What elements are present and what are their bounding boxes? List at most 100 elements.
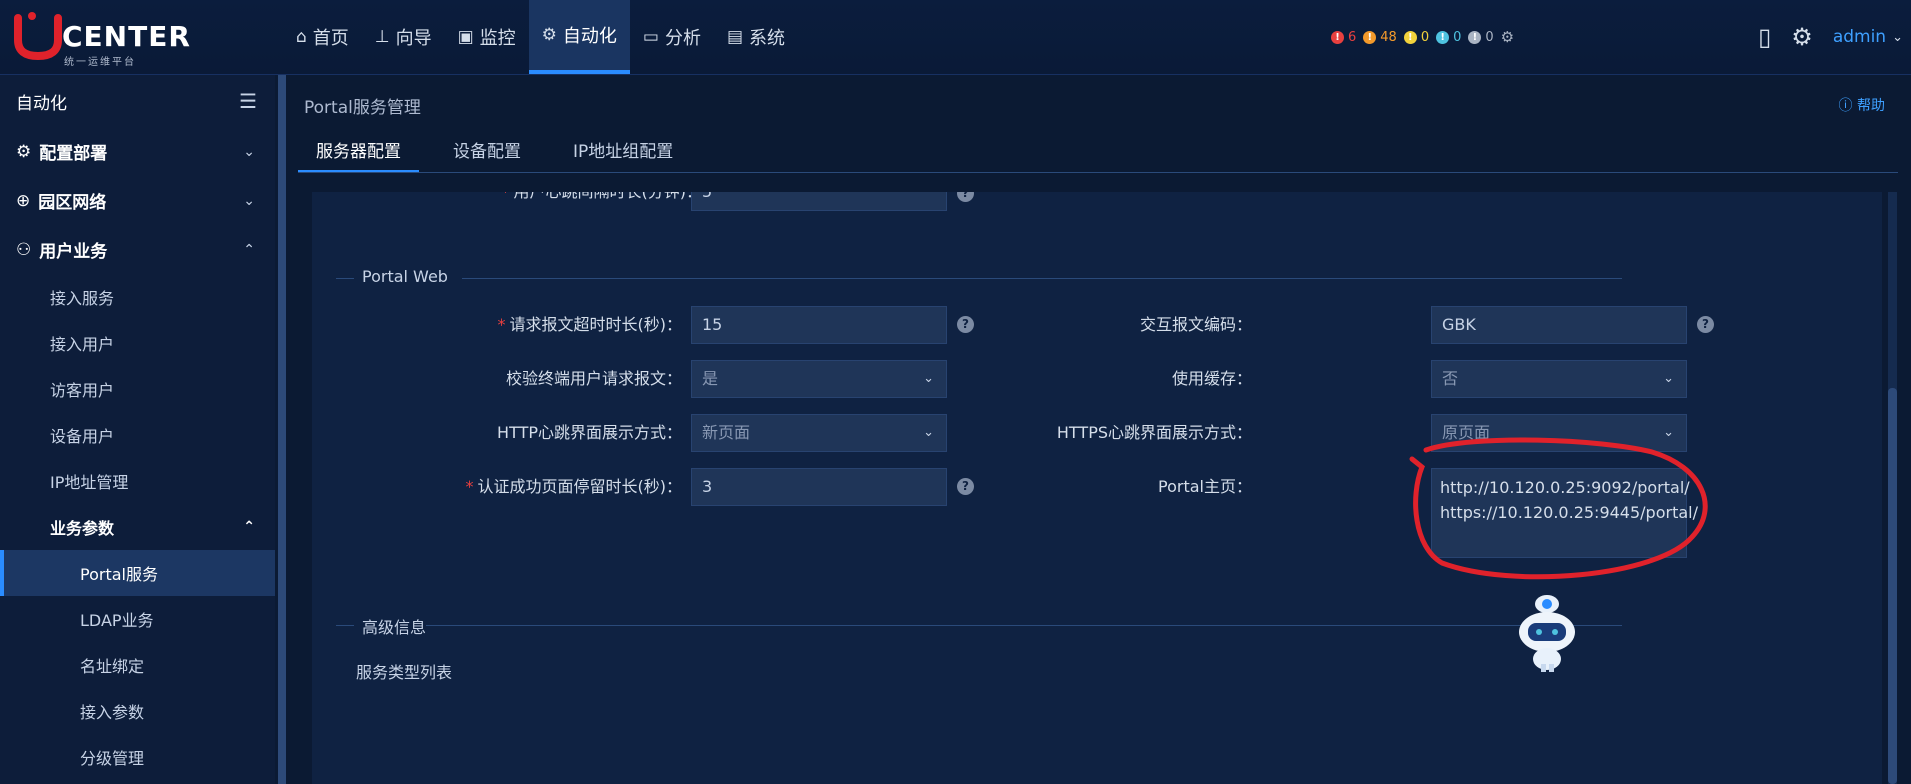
required-mark: * (502, 192, 510, 201)
chevron-down-icon[interactable]: ⌄ (1892, 30, 1903, 45)
stay-value: 3 (702, 477, 713, 496)
cache-label: 使用缓存： (1171, 369, 1252, 388)
sidebar-item-address-binding[interactable]: 名址绑定 (0, 642, 275, 688)
top-bar: CENTER 统一运维平台 ⌂ 首页 ⊥ 向导 ▣ 监控 ⚙ 自动化 ▭ 分析 ▤ 系统 !… (0, 0, 1911, 75)
sidebar-item-portal-service[interactable]: Portal服务 (0, 550, 275, 596)
alarm-info[interactable]: ! 0 (1468, 29, 1494, 45)
sidebar-group-config-deploy[interactable]: ⚙ 配置部署 ⌄ (0, 127, 275, 176)
u-logo-icon (14, 12, 62, 61)
main-scrollbar[interactable] (1888, 192, 1897, 784)
verify-select[interactable]: 是 ⌄ (691, 360, 947, 398)
tab-device-config[interactable]: 设备配置 (435, 130, 539, 172)
chevron-down-icon: ⌄ (243, 143, 255, 160)
sidebar-item-ip-management[interactable]: IP地址管理 (0, 458, 275, 504)
sidebar-item-access-user[interactable]: 接入用户 (0, 320, 275, 366)
user-menu[interactable]: admin (1833, 27, 1886, 47)
nav-system[interactable]: ▤ 系统 (714, 0, 798, 74)
alert-info-icon: ! (1468, 30, 1482, 44)
sidebar-group-user-service[interactable]: ⚇ 用户业务 ⌃ (0, 225, 275, 274)
collapse-menu-icon[interactable]: ☰ (239, 89, 257, 113)
nav-monitor[interactable]: ▣ 监控 (445, 0, 529, 74)
tab-bar: 服务器配置 设备配置 IP地址组配置 (298, 130, 1898, 173)
page-title: Portal服务管理 (304, 98, 421, 118)
sidebar-scrollbar-thumb[interactable] (278, 75, 286, 784)
nav-guide[interactable]: ⊥ 向导 (362, 0, 445, 74)
stay-label-text: 认证成功页面停留时长(秒)： (477, 477, 683, 496)
alarm-settings-icon[interactable]: ⚙ (1501, 28, 1514, 46)
sidebar-item-guest-user[interactable]: 访客用户 (0, 366, 275, 412)
chevron-down-icon: ⌄ (243, 192, 255, 209)
alarm-warning[interactable]: ! 0 (1436, 30, 1461, 45)
nav-analysis[interactable]: ▭ 分析 (630, 0, 714, 74)
help-question-icon[interactable]: ? (957, 316, 974, 333)
main-scrollbar-thumb[interactable] (1888, 388, 1897, 784)
gear-icon[interactable]: ⚙ (1791, 23, 1813, 51)
robot-assistant-icon[interactable] (1512, 592, 1582, 672)
nav-monitor-label: 监控 (479, 28, 516, 49)
sidebar-item-device-user[interactable]: 设备用户 (0, 412, 275, 458)
nav-analysis-label: 分析 (664, 28, 701, 49)
sidebar-title: 自动化 ☰ (0, 75, 275, 127)
service-type-list-label: 服务类型列表 (356, 663, 453, 682)
heartbeat-label-text: 用户心跳间隔时长(分钟)： (514, 192, 703, 201)
sidebar-item-access-service[interactable]: 接入服务 (0, 274, 275, 320)
http-heartbeat-value: 新页面 (702, 423, 751, 442)
brand-name: CENTER (62, 20, 191, 53)
verify-value: 是 (702, 369, 719, 388)
alarm-info-count: 0 (1485, 29, 1494, 45)
chevron-down-icon: ⌄ (923, 371, 934, 386)
timeout-label-text: 请求报文超时时长(秒)： (509, 315, 683, 334)
required-mark: * (497, 315, 506, 334)
sidebar-item-ldap-service[interactable]: LDAP业务 (0, 596, 275, 642)
help-question-icon[interactable]: ? (1697, 316, 1714, 333)
monitor-icon: ▣ (457, 27, 474, 47)
alarm-critical[interactable]: ! 6 (1331, 30, 1356, 45)
sidebar-item-access-params[interactable]: 接入参数 (0, 688, 275, 734)
encoding-input[interactable]: GBK (1431, 306, 1687, 344)
red-annotation-circle (1409, 437, 1708, 580)
sidebar-group-label: 用户业务 (39, 242, 108, 262)
sidebar-scrollbar[interactable] (278, 75, 286, 784)
brand-subtitle: 统一运维平台 (64, 57, 136, 68)
guide-icon: ⊥ (374, 27, 390, 47)
chevron-up-icon: ⌃ (243, 519, 255, 535)
sidebar-group-campus-network[interactable]: ⊕ 园区网络 ⌄ (0, 176, 275, 225)
help-question-icon[interactable]: ? (957, 478, 974, 495)
section-divider (336, 625, 354, 626)
help-label: 帮助 (1857, 98, 1885, 114)
tab-ip-group-config[interactable]: IP地址组配置 (555, 130, 691, 172)
heartbeat-label: * 用户心跳间隔时长(分钟)： (312, 192, 703, 211)
sidebar-item-label: LDAP业务 (80, 611, 154, 630)
nav-guide-label: 向导 (395, 28, 432, 49)
sidebar-item-label: IP地址管理 (50, 473, 129, 492)
nav-automation[interactable]: ⚙ 自动化 (528, 0, 630, 74)
alarm-summary: ! 6 ! 48 ! 0 ! 0 ! 0 ⚙ (1331, 28, 1514, 46)
cache-select[interactable]: 否 ⌄ (1431, 360, 1687, 398)
stay-input[interactable]: 3 (691, 468, 947, 506)
home-icon: ⌂ (296, 27, 307, 47)
http-heartbeat-select[interactable]: 新页面 ⌄ (691, 414, 947, 452)
help-question-icon[interactable]: ? (957, 192, 974, 202)
nav-automation-label: 自动化 (562, 26, 617, 47)
homepage-label: Portal主页： (1158, 477, 1252, 496)
sidebar-item-label: 接入服务 (50, 289, 115, 308)
tab-server-config[interactable]: 服务器配置 (298, 130, 419, 172)
section-divider (462, 278, 1622, 279)
document-icon[interactable]: ▯ (1758, 23, 1771, 51)
sidebar-title-text: 自动化 (16, 93, 67, 114)
sidebar-item-hierarchy-management[interactable]: 分级管理 (0, 734, 275, 780)
alarm-minor[interactable]: ! 0 (1403, 30, 1429, 45)
logo[interactable]: CENTER 统一运维平台 (12, 6, 190, 68)
verify-label: 校验终端用户请求报文： (505, 369, 682, 388)
alarm-major[interactable]: ! 48 (1363, 30, 1397, 45)
help-link[interactable]: ⓘ 帮助 (1839, 95, 1885, 115)
sidebar-subgroup-service-params[interactable]: 业务参数 ⌃ (0, 504, 275, 550)
alert-warning-icon: ! (1436, 30, 1450, 44)
sidebar-item-label: 名址绑定 (80, 657, 145, 676)
section-divider (426, 625, 1622, 626)
nav-home[interactable]: ⌂ 首页 (283, 0, 362, 74)
sidebar-item-label: 接入用户 (50, 335, 115, 354)
timeout-input[interactable]: 15 (691, 306, 947, 344)
alarm-major-count: 48 (1380, 29, 1397, 45)
heartbeat-input[interactable]: 5 (691, 192, 947, 211)
